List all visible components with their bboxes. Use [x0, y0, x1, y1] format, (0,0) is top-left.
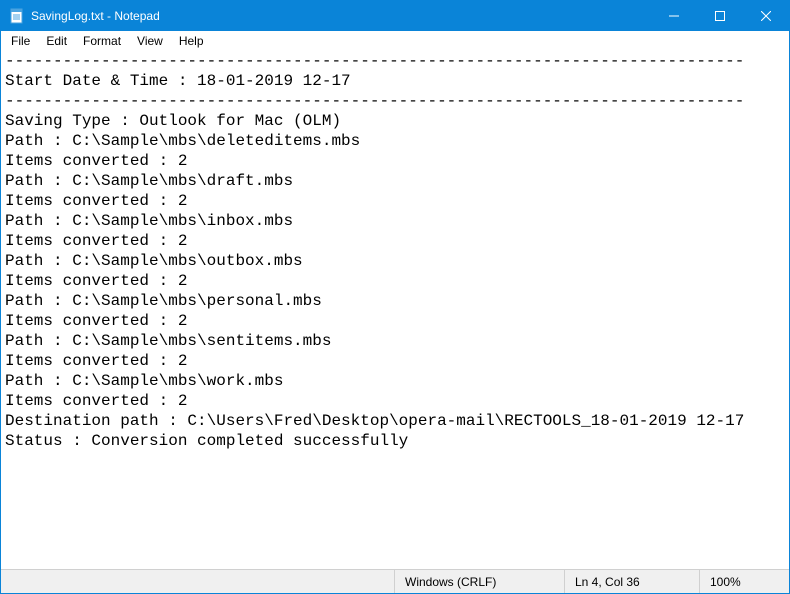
- maximize-button[interactable]: [697, 1, 743, 31]
- status-position: Ln 4, Col 36: [564, 570, 699, 593]
- menu-help[interactable]: Help: [171, 32, 212, 50]
- status-zoom: 100%: [699, 570, 789, 593]
- status-empty: [1, 570, 394, 593]
- text-area[interactable]: ----------------------------------------…: [1, 51, 789, 569]
- statusbar: Windows (CRLF) Ln 4, Col 36 100%: [1, 569, 789, 593]
- text-content[interactable]: ----------------------------------------…: [5, 51, 785, 451]
- app-icon: [9, 8, 25, 24]
- status-encoding: Windows (CRLF): [394, 570, 564, 593]
- titlebar: SavingLog.txt - Notepad: [1, 1, 789, 31]
- menu-edit[interactable]: Edit: [38, 32, 75, 50]
- menu-format[interactable]: Format: [75, 32, 129, 50]
- menu-view[interactable]: View: [129, 32, 171, 50]
- window-title: SavingLog.txt - Notepad: [31, 9, 160, 23]
- menu-file[interactable]: File: [3, 32, 38, 50]
- notepad-window: SavingLog.txt - Notepad File Edit Format…: [0, 0, 790, 594]
- minimize-button[interactable]: [651, 1, 697, 31]
- close-button[interactable]: [743, 1, 789, 31]
- menubar: File Edit Format View Help: [1, 31, 789, 51]
